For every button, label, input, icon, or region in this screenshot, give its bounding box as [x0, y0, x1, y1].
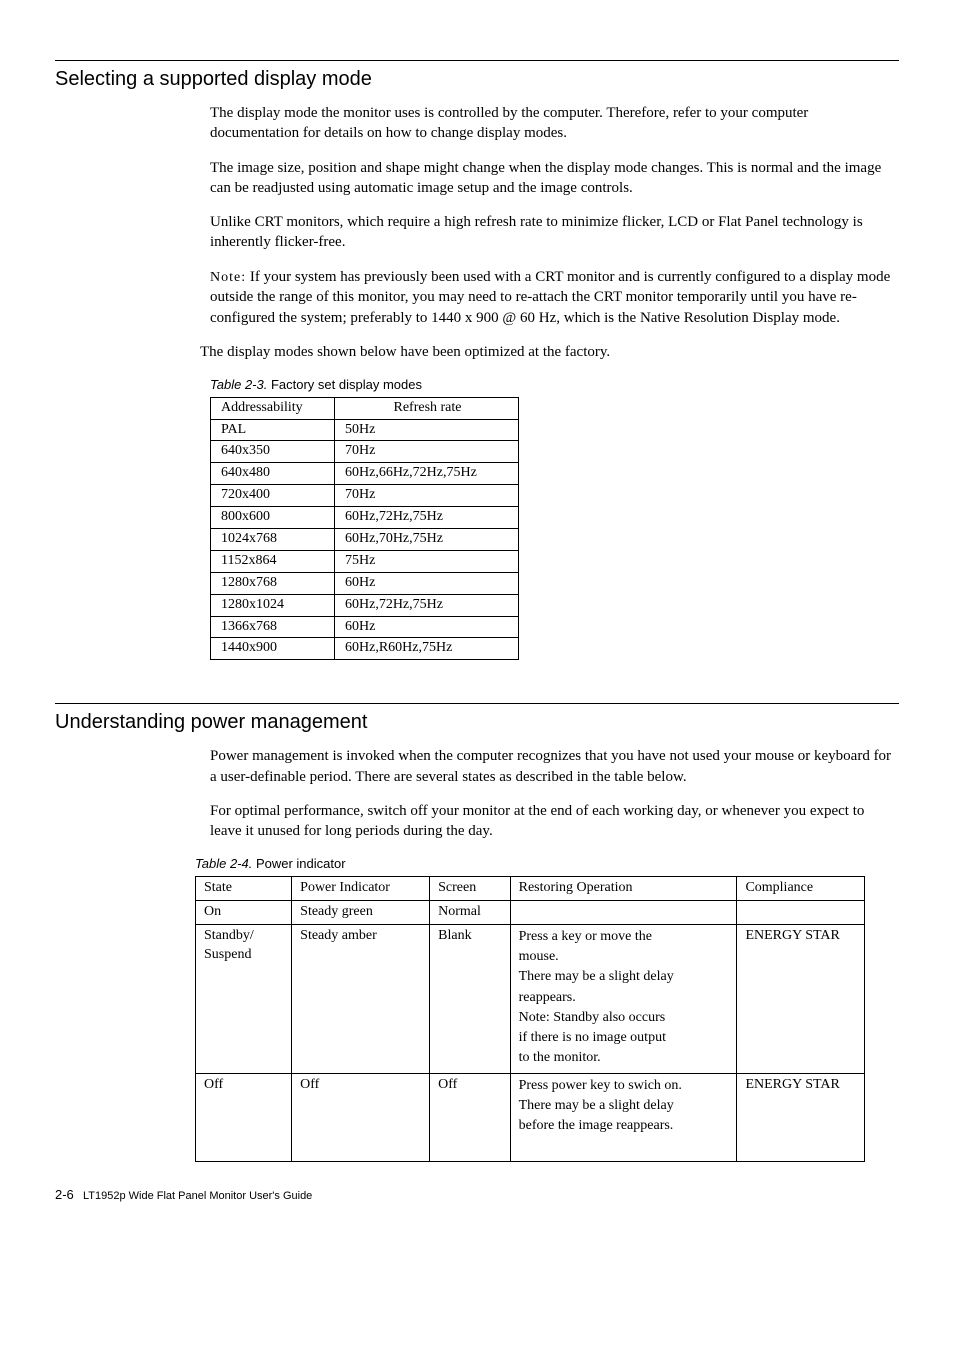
col-header: Restoring Operation: [510, 876, 737, 900]
table-cell: 70Hz: [335, 441, 519, 463]
paragraph: For optimal performance, switch off your…: [210, 801, 899, 842]
table-cell: 1366x768: [211, 616, 335, 638]
page-number: 2-6: [55, 1187, 74, 1202]
table-cell: Standby/ Suspend: [196, 924, 292, 1073]
table-cell: Steady amber: [292, 924, 430, 1073]
table-cell: [737, 900, 865, 924]
cell-text: Press a key or move the: [519, 929, 652, 944]
page-footer: 2-6 LT1952p Wide Flat Panel Monitor User…: [55, 1186, 899, 1204]
cell-text: Press power key to swich on.: [519, 1078, 682, 1093]
table-cell: [510, 900, 737, 924]
cell-text: before the image reappears.: [519, 1118, 674, 1133]
caption-label: Table 2-4.: [195, 856, 252, 871]
paragraph: Unlike CRT monitors, which require a hig…: [210, 212, 899, 253]
power-indicator-table: State Power Indicator Screen Restoring O…: [195, 876, 865, 1162]
table-caption: Table 2-4. Power indicator: [195, 855, 899, 873]
paragraph: The display modes shown below have been …: [200, 342, 899, 362]
col-header: Refresh rate: [335, 397, 519, 419]
table-caption: Table 2-3. Factory set display modes: [210, 376, 899, 394]
table-cell: 60Hz: [335, 572, 519, 594]
cell-text: to the monitor.: [519, 1050, 601, 1065]
display-modes-table: Addressability Refresh rate PAL50Hz640x3…: [210, 397, 519, 661]
section-content-display-mode: The display mode the monitor uses is con…: [210, 103, 899, 660]
caption-text: Power indicator: [252, 856, 345, 871]
table-cell: Blank: [430, 924, 510, 1073]
table-row: 800x60060Hz,72Hz,75Hz: [211, 507, 519, 529]
table-cell: Off: [196, 1073, 292, 1161]
section-rule: [55, 703, 899, 704]
table-row: On Steady green Normal: [196, 900, 865, 924]
table-row: 640x48060Hz,66Hz,72Hz,75Hz: [211, 463, 519, 485]
table-cell: 1152x864: [211, 550, 335, 572]
table-cell: 640x350: [211, 441, 335, 463]
cell-text: Suspend: [204, 947, 251, 962]
table-cell: 1024x768: [211, 529, 335, 551]
cell-text: if there is no image output: [519, 1030, 666, 1045]
table-cell: 720x400: [211, 485, 335, 507]
col-header: Addressability: [211, 397, 335, 419]
col-header: State: [196, 876, 292, 900]
caption-text: Factory set display modes: [267, 377, 422, 392]
table-cell: 1280x1024: [211, 594, 335, 616]
paragraph: Power management is invoked when the com…: [210, 746, 899, 787]
section-heading-display-mode: Selecting a supported display mode: [55, 65, 899, 93]
table-row: 1366x76860Hz: [211, 616, 519, 638]
table-cell: 60Hz,72Hz,75Hz: [335, 594, 519, 616]
col-header: Screen: [430, 876, 510, 900]
cell-text: Note: Standby also occurs: [519, 1010, 666, 1025]
table-row: Standby/ Suspend Steady amber Blank Pres…: [196, 924, 865, 1073]
table-cell: 800x600: [211, 507, 335, 529]
table-row: 1280x76860Hz: [211, 572, 519, 594]
section-rule: [55, 60, 899, 61]
cell-text: reappears.: [519, 990, 576, 1005]
table-cell: 1280x768: [211, 572, 335, 594]
table-header-row: State Power Indicator Screen Restoring O…: [196, 876, 865, 900]
table-cell: Press a key or move the mouse. There may…: [510, 924, 737, 1073]
table-row: 640x35070Hz: [211, 441, 519, 463]
table-cell: 60Hz,66Hz,72Hz,75Hz: [335, 463, 519, 485]
table-cell: 75Hz: [335, 550, 519, 572]
table-cell: Off: [292, 1073, 430, 1161]
table-header-row: Addressability Refresh rate: [211, 397, 519, 419]
table-row: 1024x76860Hz,70Hz,75Hz: [211, 529, 519, 551]
table-cell: 640x480: [211, 463, 335, 485]
table-cell: Press power key to swich on. There may b…: [510, 1073, 737, 1161]
note-label: Note:: [210, 270, 246, 285]
table-cell: Off: [430, 1073, 510, 1161]
col-header: Compliance: [737, 876, 865, 900]
section-content-power-management: Power management is invoked when the com…: [210, 746, 899, 1162]
table-cell: 60Hz: [335, 616, 519, 638]
table-cell: PAL: [211, 419, 335, 441]
cell-text: There may be a slight delay: [519, 1098, 674, 1113]
table-row: 1440x90060Hz,R60Hz,75Hz: [211, 638, 519, 660]
table-row: Off Off Off Press power key to swich on.…: [196, 1073, 865, 1161]
table-cell: ENERGY STAR: [737, 924, 865, 1073]
footer-title: LT1952p Wide Flat Panel Monitor User's G…: [83, 1190, 312, 1202]
table-cell: ENERGY STAR: [737, 1073, 865, 1161]
table-cell: 60Hz,70Hz,75Hz: [335, 529, 519, 551]
paragraph: The image size, position and shape might…: [210, 158, 899, 199]
paragraph: The display mode the monitor uses is con…: [210, 103, 899, 144]
table-cell: On: [196, 900, 292, 924]
table-cell: Normal: [430, 900, 510, 924]
cell-text: Standby/: [204, 928, 254, 943]
table-cell: 60Hz,R60Hz,75Hz: [335, 638, 519, 660]
table-row: 720x40070Hz: [211, 485, 519, 507]
table-cell: 70Hz: [335, 485, 519, 507]
cell-text: There may be a slight delay: [519, 969, 674, 984]
caption-label: Table 2-3.: [210, 377, 267, 392]
table-row: PAL50Hz: [211, 419, 519, 441]
table-cell: Steady green: [292, 900, 430, 924]
section-heading-power-management: Understanding power management: [55, 708, 899, 736]
table-row: 1152x86475Hz: [211, 550, 519, 572]
col-header: Power Indicator: [292, 876, 430, 900]
note-paragraph: Note: If your system has previously been…: [210, 267, 899, 328]
table-cell: 1440x900: [211, 638, 335, 660]
table-row: 1280x102460Hz,72Hz,75Hz: [211, 594, 519, 616]
table-cell: 60Hz,72Hz,75Hz: [335, 507, 519, 529]
cell-text: mouse.: [519, 949, 559, 964]
table-cell: 50Hz: [335, 419, 519, 441]
note-text: If your system has previously been used …: [210, 269, 890, 326]
